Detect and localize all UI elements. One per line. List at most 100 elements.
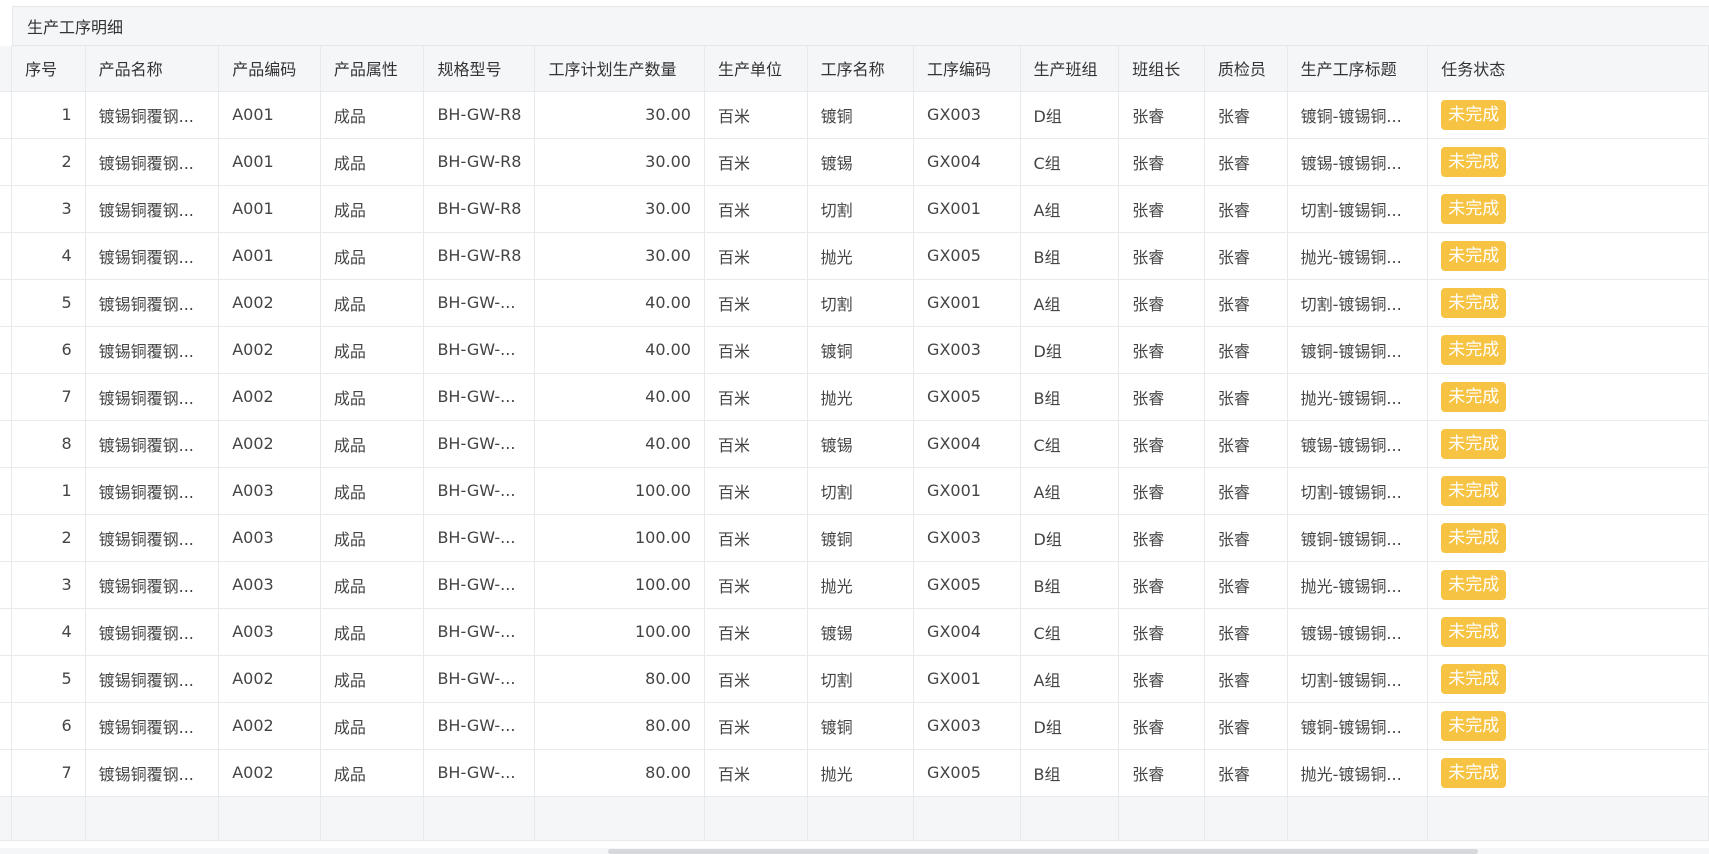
cell-spec-model: BH-GW-... xyxy=(423,467,536,515)
column-header-team-leader[interactable]: 班组长 xyxy=(1118,46,1205,92)
cell-product-name: 镀锡铜覆钢... xyxy=(85,514,220,562)
cell-index: 5 xyxy=(11,279,86,327)
column-header-inspector[interactable]: 质检员 xyxy=(1204,46,1288,92)
column-header-unit[interactable]: 生产单位 xyxy=(704,46,808,92)
cell-team: D组 xyxy=(1020,702,1120,750)
column-header-index[interactable]: 序号 xyxy=(11,46,86,92)
cell-planned-quantity: 30.00 xyxy=(534,232,705,280)
cell-index: 6 xyxy=(11,326,86,374)
cell-task-status: 未完成 xyxy=(1427,608,1709,656)
cell-product-code: A003 xyxy=(218,561,321,609)
cell-process-code: GX004 xyxy=(913,138,1021,186)
cell-task-status: 未完成 xyxy=(1427,138,1709,186)
table-row[interactable]: 7 镀锡铜覆钢... A002 成品 BH-GW-... 80.00 百米 抛光 GX005 B组… xyxy=(0,749,1709,797)
cell-task-status: 未完成 xyxy=(1427,232,1709,280)
cell-team-leader: 张睿 xyxy=(1118,420,1205,468)
table-row[interactable]: 4 镀锡铜覆钢... A003 成品 BH-GW-... 100.00 百米 镀锡 GX004 C… xyxy=(0,608,1709,656)
column-header-task-status[interactable]: 任务状态 xyxy=(1427,46,1709,92)
cell-team: C组 xyxy=(1020,608,1120,656)
cell-task-status: 未完成 xyxy=(1427,467,1709,515)
cell-index: 4 xyxy=(11,232,86,280)
row-gutter xyxy=(0,326,13,374)
cell-spec-model: BH-GW-R8 xyxy=(423,138,536,186)
table-row[interactable]: 5 镀锡铜覆钢... A002 成品 BH-GW-... 40.00 百米 切割 GX001 A组… xyxy=(0,279,1709,327)
cell-process-title: 镀铜-镀锡铜... xyxy=(1287,91,1429,139)
cell-planned-quantity: 100.00 xyxy=(534,514,705,562)
column-header-planned-quantity[interactable]: 工序计划生产数量 xyxy=(534,46,705,92)
column-header-process-title[interactable]: 生产工序标题 xyxy=(1287,46,1429,92)
cell-team-leader: 张睿 xyxy=(1118,702,1205,750)
horizontal-scrollbar-thumb[interactable] xyxy=(608,849,1478,854)
status-badge: 未完成 xyxy=(1441,428,1507,459)
status-badge: 未完成 xyxy=(1441,381,1507,412)
cell-product-name: 镀锡铜覆钢... xyxy=(85,185,220,233)
cell-product-attribute: 成品 xyxy=(320,514,425,562)
table-row[interactable]: 1 镀锡铜覆钢... A003 成品 BH-GW-... 100.00 百米 切割 GX001 A… xyxy=(0,467,1709,515)
cell-inspector: 张睿 xyxy=(1204,514,1288,562)
table-row[interactable]: 2 镀锡铜覆钢... A003 成品 BH-GW-... 100.00 百米 镀铜 GX003 D… xyxy=(0,514,1709,562)
table-row[interactable]: 6 镀锡铜覆钢... A002 成品 BH-GW-... 80.00 百米 镀铜 GX003 D组… xyxy=(0,702,1709,750)
cell-process-name: 镀铜 xyxy=(807,514,915,562)
cell-task-status: 未完成 xyxy=(1427,373,1709,421)
cell-product-name: 镀锡铜覆钢... xyxy=(85,702,220,750)
cell-unit: 百米 xyxy=(704,185,808,233)
cell-team-leader: 张睿 xyxy=(1118,279,1205,327)
table-row[interactable]: 8 镀锡铜覆钢... A002 成品 BH-GW-... 40.00 百米 镀锡 GX004 C组… xyxy=(0,420,1709,468)
cell-unit: 百米 xyxy=(704,608,808,656)
cell-team-leader: 张睿 xyxy=(1118,655,1205,703)
cell-unit: 百米 xyxy=(704,138,808,186)
cell-product-code: A002 xyxy=(218,326,321,374)
cell-product-name: 镀锡铜覆钢... xyxy=(85,138,220,186)
table-row[interactable]: 6 镀锡铜覆钢... A002 成品 BH-GW-... 40.00 百米 镀铜 GX003 D组… xyxy=(0,326,1709,374)
cell-process-code: GX004 xyxy=(913,608,1021,656)
cell-team: A组 xyxy=(1020,185,1120,233)
cell-index: 7 xyxy=(11,749,86,797)
column-header-product-code[interactable]: 产品编码 xyxy=(218,46,321,92)
cell-index: 3 xyxy=(11,185,86,233)
footer-cell xyxy=(704,796,808,841)
status-badge: 未完成 xyxy=(1441,663,1507,694)
cell-task-status: 未完成 xyxy=(1427,702,1709,750)
cell-team: A组 xyxy=(1020,279,1120,327)
cell-product-code: A002 xyxy=(218,702,321,750)
cell-team-leader: 张睿 xyxy=(1118,467,1205,515)
cell-team: A组 xyxy=(1020,467,1120,515)
cell-process-title: 镀锡-镀锡铜... xyxy=(1287,608,1429,656)
table-row[interactable]: 4 镀锡铜覆钢... A001 成品 BH-GW-R8 30.00 百米 抛光 GX005 B组张… xyxy=(0,232,1709,280)
cell-product-attribute: 成品 xyxy=(320,467,425,515)
cell-process-title: 镀铜-镀锡铜... xyxy=(1287,702,1429,750)
cell-inspector: 张睿 xyxy=(1204,749,1288,797)
cell-spec-model: BH-GW-... xyxy=(423,373,536,421)
cell-product-code: A003 xyxy=(218,608,321,656)
cell-product-code: A001 xyxy=(218,232,321,280)
cell-process-code: GX001 xyxy=(913,655,1021,703)
column-header-team[interactable]: 生产班组 xyxy=(1020,46,1120,92)
table-row[interactable]: 5 镀锡铜覆钢... A002 成品 BH-GW-... 80.00 百米 切割 GX001 A组… xyxy=(0,655,1709,703)
cell-product-name: 镀锡铜覆钢... xyxy=(85,420,220,468)
cell-index: 6 xyxy=(11,702,86,750)
table-row[interactable]: 3 镀锡铜覆钢... A003 成品 BH-GW-... 100.00 百米 抛光 GX005 B… xyxy=(0,561,1709,609)
column-header-process-name[interactable]: 工序名称 xyxy=(807,46,915,92)
cell-task-status: 未完成 xyxy=(1427,420,1709,468)
cell-product-name: 镀锡铜覆钢... xyxy=(85,326,220,374)
cell-product-attribute: 成品 xyxy=(320,702,425,750)
cell-product-name: 镀锡铜覆钢... xyxy=(85,561,220,609)
table-row[interactable]: 3 镀锡铜覆钢... A001 成品 BH-GW-R8 30.00 百米 切割 GX001 A组张… xyxy=(0,185,1709,233)
status-badge: 未完成 xyxy=(1441,616,1507,647)
column-header-process-code[interactable]: 工序编码 xyxy=(913,46,1021,92)
cell-inspector: 张睿 xyxy=(1204,185,1288,233)
column-header-product-attribute[interactable]: 产品属性 xyxy=(320,46,425,92)
cell-process-name: 抛光 xyxy=(807,561,915,609)
cell-team: C组 xyxy=(1020,138,1120,186)
table-row[interactable]: 1 镀锡铜覆钢... A001 成品 BH-GW-R8 30.00 百米 镀铜 GX003 D组张… xyxy=(0,91,1709,139)
cell-product-code: A003 xyxy=(218,467,321,515)
cell-unit: 百米 xyxy=(704,232,808,280)
cell-process-code: GX005 xyxy=(913,749,1021,797)
column-header-spec-model[interactable]: 规格型号 xyxy=(423,46,536,92)
table-row[interactable]: 7 镀锡铜覆钢... A002 成品 BH-GW-... 40.00 百米 抛光 GX005 B组… xyxy=(0,373,1709,421)
cell-spec-model: BH-GW-... xyxy=(423,279,536,327)
cell-process-name: 抛光 xyxy=(807,749,915,797)
table-row[interactable]: 2 镀锡铜覆钢... A001 成品 BH-GW-R8 30.00 百米 镀锡 GX004 C组张… xyxy=(0,138,1709,186)
column-header-product-name[interactable]: 产品名称 xyxy=(85,46,220,92)
cell-planned-quantity: 80.00 xyxy=(534,749,705,797)
